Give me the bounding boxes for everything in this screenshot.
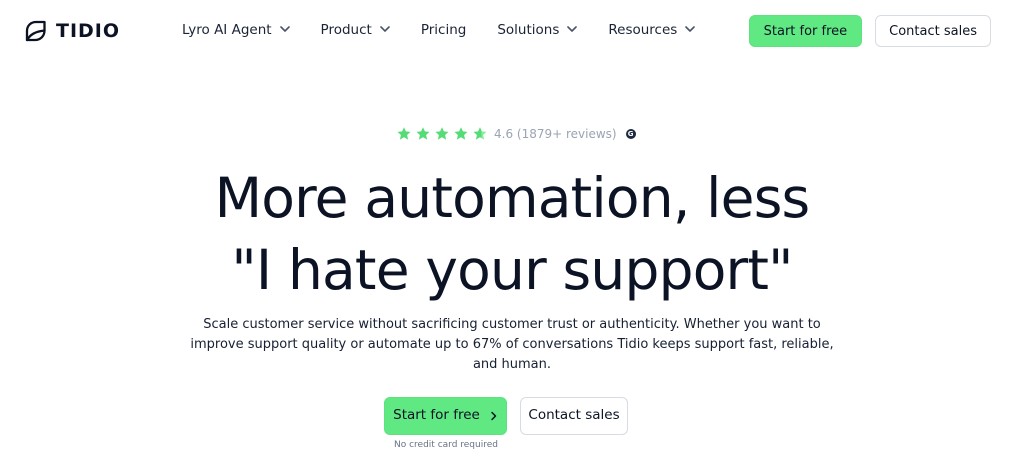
star-icon <box>416 127 430 140</box>
headline-line-1: More automation, less <box>214 166 811 230</box>
partial-star-icon <box>473 127 487 140</box>
hero-start-free-label: Start for free <box>393 407 480 424</box>
header-actions: Start for free Contact sales <box>748 15 991 47</box>
chevron-down-icon <box>567 24 578 34</box>
chevron-down-icon <box>380 24 390 34</box>
site-header: TIDIO Lyro AI Agent Product Pricing Solu… <box>0 0 1024 62</box>
header-start-free-button[interactable]: Start for free <box>748 15 863 47</box>
nav-item-label: Lyro AI Agent <box>182 22 272 39</box>
no-credit-card-note: No credit card required <box>394 440 498 450</box>
tidio-logo-icon <box>25 20 46 42</box>
nav-item-label: Product <box>320 22 372 39</box>
star-icon <box>454 127 468 140</box>
nav-item-resources[interactable]: Resources <box>608 22 696 39</box>
hero-section: 4.6 (1879+ reviews) G More automation, l… <box>0 121 1024 463</box>
chevron-down-icon <box>279 24 290 34</box>
hero-start-free-button[interactable]: Start for free <box>384 397 507 435</box>
nav-item-label: Resources <box>608 22 678 39</box>
star-icon <box>435 127 449 140</box>
headline-line-2: "I hate your support" <box>231 238 793 302</box>
nav-item-solutions[interactable]: Solutions <box>497 22 578 39</box>
chevron-down-icon <box>685 24 696 34</box>
brand-name: TIDIO <box>56 19 121 42</box>
hero-actions: Start for free Contact sales <box>384 397 628 435</box>
chevron-right-icon <box>489 411 498 421</box>
rating-text: 4.6 (1879+ reviews) <box>494 127 617 141</box>
nav-item-pricing[interactable]: Pricing <box>421 24 467 38</box>
hero-contact-sales-button[interactable]: Contact sales <box>520 397 628 435</box>
g2-icon: G <box>625 129 636 139</box>
hero-headline: More automation, less "I hate your suppo… <box>0 162 1024 306</box>
main-navigation: Lyro AI Agent Product Pricing Solutions … <box>182 18 726 44</box>
nav-item-label: Solutions <box>497 22 560 39</box>
star-icon <box>397 127 411 140</box>
header-contact-sales-button[interactable]: Contact sales <box>875 15 991 47</box>
nav-item-label: Pricing <box>420 22 467 39</box>
hero-subtitle: Scale customer service without sacrifici… <box>190 317 834 372</box>
tidio-logo-link[interactable]: TIDIO <box>22 16 120 46</box>
nav-item-lyro-ai-agent[interactable]: Lyro AI Agent <box>182 24 290 38</box>
nav-item-product[interactable]: Product <box>321 24 390 38</box>
review-rating[interactable]: 4.6 (1879+ reviews) G <box>396 123 636 145</box>
